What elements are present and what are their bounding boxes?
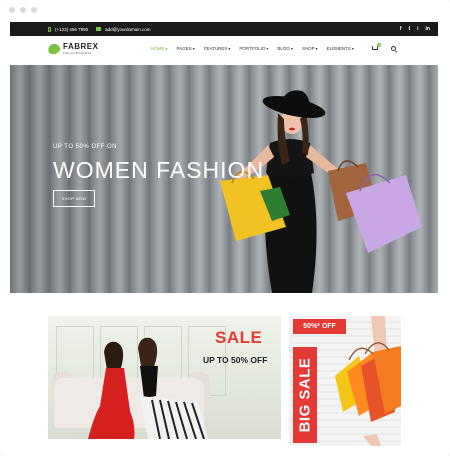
logo[interactable]: FABREX FOR ALL BUSINESS (46, 42, 99, 56)
hero-banner: UP TO 50% OFF ON WOMEN FASHION SHOP NOW (10, 65, 438, 293)
nav-item-features[interactable]: FEATURES▾ (204, 46, 231, 51)
main-nav: HOME▾ PAGES▾ FEATURES▾ PORTFOLIO▾ BLOG▾ … (151, 46, 354, 51)
top-bar: (+123) 456 7890 add@yourdomain.com f t i… (10, 22, 438, 36)
window-dot-icon (31, 7, 37, 13)
chevron-down-icon: ▾ (315, 46, 318, 51)
nav-item-elements[interactable]: ELEMENTS▾ (327, 46, 354, 51)
logo-name: FABREX (63, 42, 99, 51)
phone-icon (48, 26, 51, 32)
big-sale-promo-banner[interactable]: 50%* OFF BIG SALE (289, 316, 401, 446)
sale-promo-banner[interactable]: SALE UP TO 50% OFF (48, 316, 281, 439)
chevron-down-icon: ▾ (266, 46, 269, 51)
phone-text: (+123) 456 7890 (55, 26, 89, 32)
nav-item-home[interactable]: HOME▾ (151, 46, 168, 51)
social-links: f t i in (400, 26, 430, 32)
linkedin-icon[interactable]: in (426, 26, 430, 32)
email-text: add@yourdomain.com (105, 26, 151, 32)
window-dot-icon (20, 7, 26, 13)
logo-tagline: FOR ALL BUSINESS (63, 51, 92, 55)
chevron-down-icon: ▾ (165, 46, 168, 51)
window-controls (9, 7, 37, 13)
contact-email[interactable]: add@yourdomain.com (96, 26, 151, 32)
sale-subtitle: UP TO 50% OFF (203, 355, 268, 365)
nav-item-pages[interactable]: PAGES▾ (177, 46, 195, 51)
mail-icon (96, 27, 102, 31)
instagram-icon[interactable]: i (417, 26, 418, 32)
hero-subtitle: UP TO 50% OFF ON (53, 144, 118, 150)
sale-title: SALE (215, 328, 263, 347)
search-icon[interactable] (391, 46, 396, 51)
nav-item-shop[interactable]: SHOP▾ (302, 46, 318, 51)
big-sale-title: BIG SALE (296, 357, 314, 433)
chevron-down-icon: ▾ (351, 46, 354, 51)
chevron-down-icon: ▾ (228, 46, 231, 51)
chevron-down-icon: ▾ (290, 46, 293, 51)
site-header: FABREX FOR ALL BUSINESS HOME▾ PAGES▾ FEA… (10, 37, 438, 64)
discount-badge: 50%* OFF (293, 319, 346, 334)
hero-title: WOMEN FASHION (53, 157, 265, 183)
logo-leaf-icon (46, 42, 62, 56)
cart-count-badge: 0 (377, 43, 381, 47)
facebook-icon[interactable]: f (400, 26, 402, 32)
contact-phone[interactable]: (+123) 456 7890 (48, 26, 89, 32)
nav-item-portfolio[interactable]: PORTFOLIO▾ (239, 46, 268, 51)
window-dot-icon (9, 7, 15, 13)
shop-now-button[interactable]: SHOP NOW (53, 190, 95, 207)
chevron-down-icon: ▾ (192, 46, 195, 51)
nav-item-blog[interactable]: BLOG▾ (277, 46, 293, 51)
twitter-icon[interactable]: t (408, 26, 410, 32)
cart-button[interactable]: 0 (372, 43, 381, 52)
browser-frame: (+123) 456 7890 add@yourdomain.com f t i… (0, 0, 450, 456)
